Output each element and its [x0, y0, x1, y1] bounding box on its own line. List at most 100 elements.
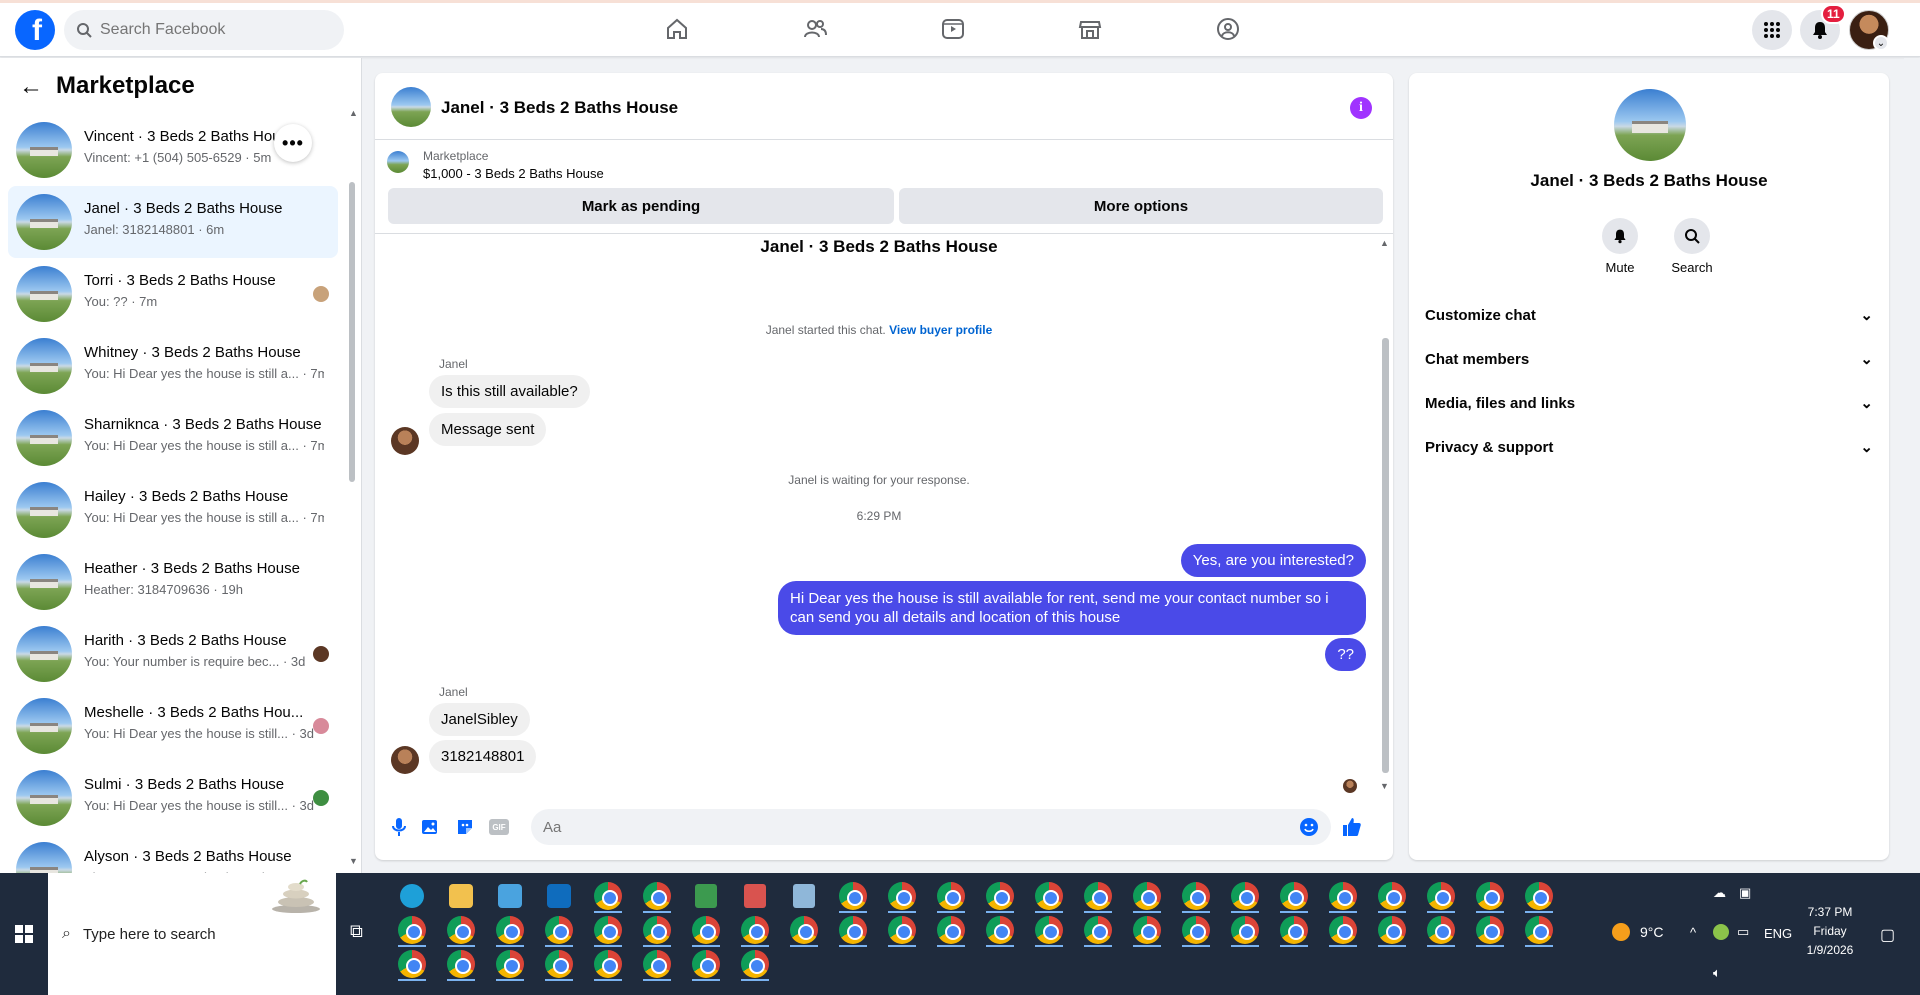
conversation-item[interactable]: Alyson · 3 Beds 2 Baths HouseAlyson: No … — [8, 834, 338, 873]
chrome-app-icon[interactable] — [396, 914, 428, 947]
contact-avatar[interactable] — [1614, 89, 1686, 161]
chrome-app-icon[interactable] — [1425, 914, 1457, 947]
listing-price-title[interactable]: $1,000 - 3 Beds 2 Baths House — [423, 166, 604, 181]
chrome-app-icon[interactable] — [886, 880, 918, 913]
thumbs-up-icon[interactable] — [1341, 816, 1363, 838]
chrome-app-icon[interactable] — [1131, 880, 1163, 913]
search-input[interactable] — [100, 21, 320, 39]
facebook-logo[interactable]: f — [15, 10, 55, 50]
chrome-app-icon[interactable] — [592, 948, 624, 981]
chrome-app-icon[interactable] — [1229, 914, 1261, 947]
back-arrow-icon[interactable]: ← — [18, 73, 44, 100]
incoming-message[interactable]: Is this still available? — [429, 375, 590, 408]
chrome-app-icon[interactable] — [935, 914, 967, 947]
notes-app-icon[interactable] — [788, 880, 820, 912]
chrome-app-icon[interactable] — [1082, 880, 1114, 913]
incoming-message[interactable]: JanelSibley — [429, 703, 530, 736]
video-icon[interactable] — [936, 12, 970, 46]
chrome-app-icon[interactable] — [445, 948, 477, 981]
chrome-app-icon[interactable] — [543, 948, 575, 981]
chrome-app-icon[interactable] — [690, 948, 722, 981]
chrome-app-icon[interactable] — [543, 914, 575, 947]
message-input[interactable] — [543, 818, 1283, 836]
chrome-app-icon[interactable] — [1082, 914, 1114, 947]
sheets-app-icon[interactable] — [690, 880, 722, 912]
chrome-app-icon[interactable] — [1523, 914, 1555, 947]
paint-app-icon[interactable] — [739, 880, 771, 912]
photo-icon[interactable] — [419, 816, 441, 838]
menu-grid-button[interactable] — [1752, 10, 1792, 50]
info-icon[interactable]: i — [1350, 97, 1372, 119]
notification-center-icon[interactable]: ▢ — [1880, 925, 1895, 945]
message-composer[interactable] — [531, 809, 1331, 845]
tray-app-icon[interactable] — [1713, 924, 1729, 940]
chrome-app-icon[interactable] — [1278, 880, 1310, 913]
groups-icon[interactable] — [1211, 12, 1245, 46]
chrome-app-icon[interactable] — [1376, 914, 1408, 947]
sticker-icon[interactable] — [454, 816, 476, 838]
chrome-app-icon[interactable] — [984, 914, 1016, 947]
chrome-app-icon[interactable] — [1180, 914, 1212, 947]
chrome-app-icon[interactable] — [739, 948, 771, 981]
onedrive-icon[interactable]: ☁ — [1713, 885, 1726, 901]
gif-icon[interactable]: GIF — [488, 816, 510, 838]
outgoing-message[interactable]: ?? — [1325, 638, 1366, 671]
store-app-icon[interactable] — [494, 880, 526, 912]
listing-thumbnail[interactable] — [387, 151, 409, 173]
scroll-down-arrow-icon[interactable]: ▼ — [349, 856, 358, 866]
facebook-search[interactable] — [64, 10, 344, 50]
chrome-app-icon[interactable] — [984, 880, 1016, 913]
chat-title[interactable]: Janel · 3 Beds 2 Baths House — [441, 98, 678, 118]
incoming-message[interactable]: 3182148801 — [429, 740, 537, 773]
conversation-item[interactable]: Sharniknca · 3 Beds 2 Baths House You: Hi… — [8, 402, 338, 474]
more-options-button[interactable]: More options — [899, 188, 1383, 224]
chrome-app-icon[interactable] — [1327, 914, 1359, 947]
windows-start-button[interactable] — [0, 873, 48, 995]
search-conversation-button[interactable]: Search — [1662, 218, 1722, 275]
conversation-item[interactable]: Whitney · 3 Beds 2 Baths House You: Hi De… — [8, 330, 338, 402]
page-scrollbar[interactable] — [1904, 58, 1920, 873]
chat-avatar[interactable] — [391, 87, 431, 127]
scroll-down-arrow-icon[interactable]: ▼ — [1380, 781, 1389, 791]
chrome-app-icon[interactable] — [1474, 914, 1506, 947]
chrome-app-icon[interactable] — [886, 914, 918, 947]
weather-widget[interactable]: 9°C — [1612, 923, 1664, 941]
chevron-down-icon[interactable]: ⌄ — [1873, 35, 1889, 51]
marketplace-icon[interactable] — [1073, 12, 1107, 46]
chrome-app-icon[interactable] — [1327, 880, 1359, 913]
conversation-more-button[interactable]: ••• — [274, 124, 312, 162]
chrome-app-icon[interactable] — [445, 914, 477, 947]
home-icon[interactable] — [660, 12, 694, 46]
chrome-app-icon[interactable] — [1033, 914, 1065, 947]
chrome-app-icon[interactable] — [641, 914, 673, 947]
chrome-app-icon[interactable] — [592, 914, 624, 947]
chrome-app-icon[interactable] — [494, 948, 526, 981]
scroll-up-arrow-icon[interactable]: ▲ — [1380, 238, 1389, 248]
task-view-icon[interactable]: ⧉ — [350, 921, 363, 942]
conversation-item[interactable]: Torri · 3 Beds 2 Baths House You: ?? · 7m — [8, 258, 338, 330]
chrome-app-icon[interactable] — [1425, 880, 1457, 913]
friends-icon[interactable] — [798, 12, 832, 46]
chrome-app-icon[interactable] — [592, 880, 624, 913]
conversation-item[interactable]: Sulmi · 3 Beds 2 Baths House You: Hi Dear… — [8, 762, 338, 834]
chrome-app-icon[interactable] — [837, 914, 869, 947]
microphone-icon[interactable] — [388, 816, 410, 838]
view-buyer-profile-link[interactable]: View buyer profile — [889, 323, 992, 337]
mute-button[interactable]: Mute — [1590, 218, 1650, 275]
chrome-app-icon[interactable] — [837, 880, 869, 913]
chrome-app-icon[interactable] — [935, 880, 967, 913]
conversation-item[interactable]: Harith · 3 Beds 2 Baths House You: Your n… — [8, 618, 338, 690]
language-indicator[interactable]: ENG — [1764, 926, 1792, 941]
conversation-item[interactable]: Heather · 3 Beds 2 Baths House Heather: 3… — [8, 546, 338, 618]
sender-avatar[interactable] — [391, 427, 419, 455]
chrome-app-icon[interactable] — [1376, 880, 1408, 913]
network-icon[interactable]: ▭ — [1737, 924, 1749, 940]
chrome-app-icon[interactable] — [739, 914, 771, 947]
chrome-app-icon[interactable] — [1131, 914, 1163, 947]
chrome-app-icon[interactable] — [494, 914, 526, 947]
chat-members-row[interactable]: Chat members ⌄ — [1425, 341, 1873, 377]
chrome-app-icon[interactable] — [1180, 880, 1212, 913]
display-icon[interactable]: ▣ — [1739, 885, 1751, 901]
chrome-app-icon[interactable] — [1523, 880, 1555, 913]
scroll-up-arrow-icon[interactable]: ▲ — [349, 108, 358, 118]
